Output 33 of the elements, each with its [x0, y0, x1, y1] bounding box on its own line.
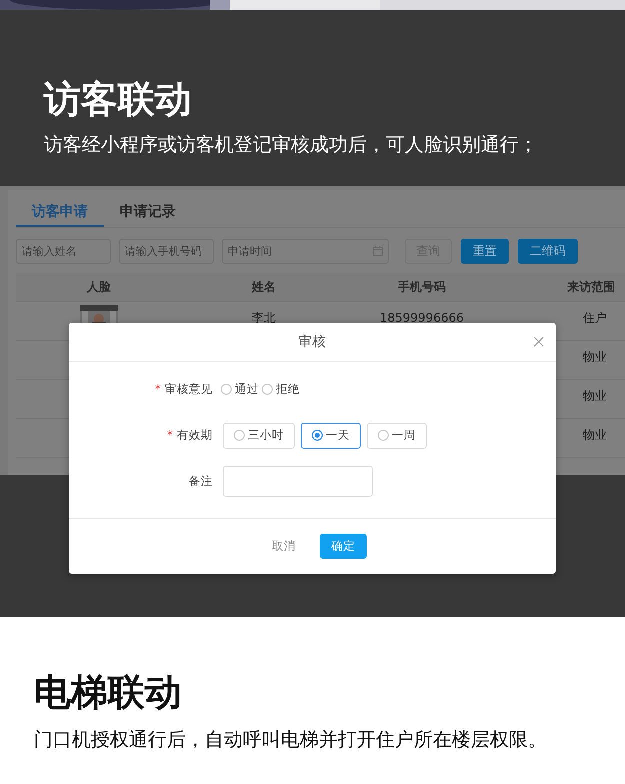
input-field[interactable]: 请输入手机号码	[119, 238, 214, 264]
required-mark: *	[167, 428, 173, 443]
primary-button[interactable]: 重置	[461, 238, 509, 264]
column-header: 姓名	[182, 273, 346, 302]
input-field[interactable]: 请输入姓名	[16, 238, 111, 264]
tab[interactable]: 申请记录	[104, 200, 192, 227]
radio-option[interactable]: 拒绝	[262, 382, 300, 397]
primary-button[interactable]: 二维码	[518, 238, 578, 264]
column-header: 手机号码	[346, 273, 498, 302]
calendar-icon	[373, 246, 383, 256]
column-header: 来访范围	[498, 273, 625, 302]
radio-button[interactable]: 一天	[301, 422, 361, 448]
column-header: 人脸	[16, 273, 182, 302]
table-cell: 物业	[583, 428, 607, 442]
field-label: 备注	[189, 474, 213, 489]
table-cell: 物业	[583, 389, 607, 403]
section-description: 访客经小程序或访客机登记审核成功后，可人脸识别通行；	[44, 133, 538, 158]
radio-option[interactable]: 通过	[221, 382, 259, 397]
radio-button[interactable]: 一周	[367, 422, 427, 448]
section-title: 访客联动	[44, 78, 192, 122]
table-cell: 物业	[583, 350, 607, 364]
tab[interactable]: 访客申请	[16, 200, 104, 227]
field-label: 有效期	[177, 428, 213, 443]
date-field[interactable]: 申请时间	[222, 238, 389, 264]
required-mark: *	[155, 382, 161, 397]
section-description: 门口机授权通行后，自动呼叫电梯并打开住户所在楼层权限。	[34, 728, 547, 753]
field-label: 审核意见	[165, 382, 213, 397]
close-icon[interactable]	[534, 337, 544, 347]
section-title: 电梯联动	[34, 671, 182, 715]
cancel-button[interactable]: 取消	[262, 534, 306, 559]
radio-button[interactable]: 三小时	[223, 422, 295, 448]
confirm-button[interactable]: 确定	[320, 534, 367, 559]
table-cell: 住户	[583, 311, 607, 325]
